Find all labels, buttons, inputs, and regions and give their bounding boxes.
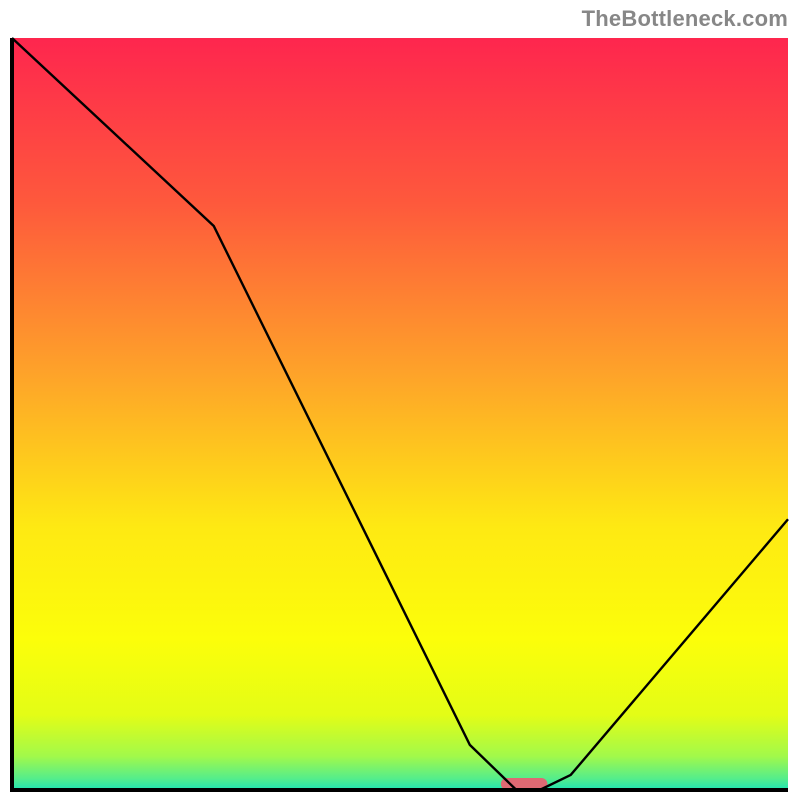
chart-svg bbox=[10, 36, 790, 792]
plot-background bbox=[12, 38, 788, 790]
bottleneck-chart bbox=[10, 36, 790, 792]
watermark-text: TheBottleneck.com bbox=[582, 6, 788, 32]
